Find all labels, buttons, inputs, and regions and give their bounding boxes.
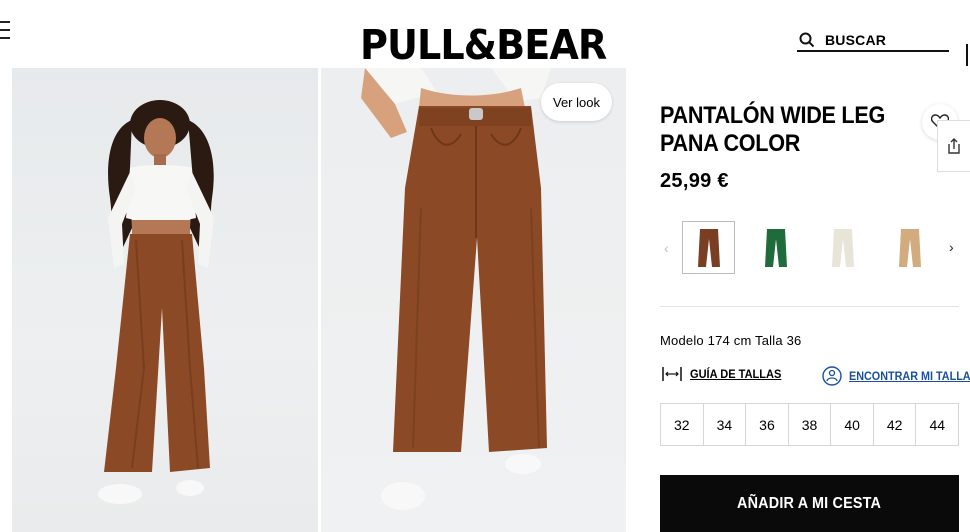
add-to-cart-button[interactable]: AÑADIR A MI CESTA [660,475,959,532]
color-carousel-next-icon[interactable]: › [949,239,954,255]
ruler-icon [662,367,682,381]
model-info: Modelo 174 cm Talla 36 [660,333,802,348]
search-icon [799,32,815,48]
size-option-32[interactable]: 32 [661,404,704,445]
size-guide-link[interactable]: GUÍA DE TALLAS [662,366,789,382]
color-swatch-green[interactable] [749,221,802,274]
color-swatch-camel[interactable] [883,221,936,274]
section-divider [660,306,959,307]
product-photo-closeup[interactable] [321,68,626,532]
search-bar[interactable]: BUSCAR [797,30,949,52]
color-carousel-prev-icon[interactable]: ‹ [664,240,669,256]
product-title: PANTALÓN WIDE LEG PANA COLOR [660,102,885,157]
size-guide-label: GUÍA DE TALLAS [690,367,782,381]
color-swatch-cream[interactable] [816,221,869,274]
pants-thumbnail-icon [764,228,787,267]
pants-thumbnail-icon [831,228,854,267]
pants-thumbnail-icon [697,228,720,267]
find-my-size-link[interactable]: ENCONTRAR MI TALLA [822,366,970,386]
color-swatch-brown[interactable] [682,221,735,274]
size-selector: 32 34 36 38 40 42 44 [660,403,959,446]
size-option-34[interactable]: 34 [704,404,747,445]
size-option-42[interactable]: 42 [874,404,917,445]
closeup-illustration [361,68,551,510]
find-my-size-label: ENCONTRAR MI TALLA [849,369,970,383]
pants-thumbnail-icon [898,228,921,267]
size-option-38[interactable]: 38 [789,404,832,445]
ver-look-button[interactable]: Ver look [541,83,612,121]
scrollbar-edge [966,44,968,66]
share-icon[interactable] [937,120,970,172]
product-photo-full-body[interactable] [12,68,318,532]
product-price: 25,99 € [660,170,729,192]
search-label: BUSCAR [825,32,887,48]
brand-logo[interactable]: PULL&BEAR [360,22,607,68]
person-size-icon [822,366,842,386]
hamburger-menu-icon[interactable] [0,21,10,43]
size-option-36[interactable]: 36 [746,404,789,445]
size-option-40[interactable]: 40 [831,404,874,445]
model-illustration [98,100,214,504]
add-to-cart-label: AÑADIR A MI CESTA [737,494,882,512]
size-option-44[interactable]: 44 [916,404,958,445]
